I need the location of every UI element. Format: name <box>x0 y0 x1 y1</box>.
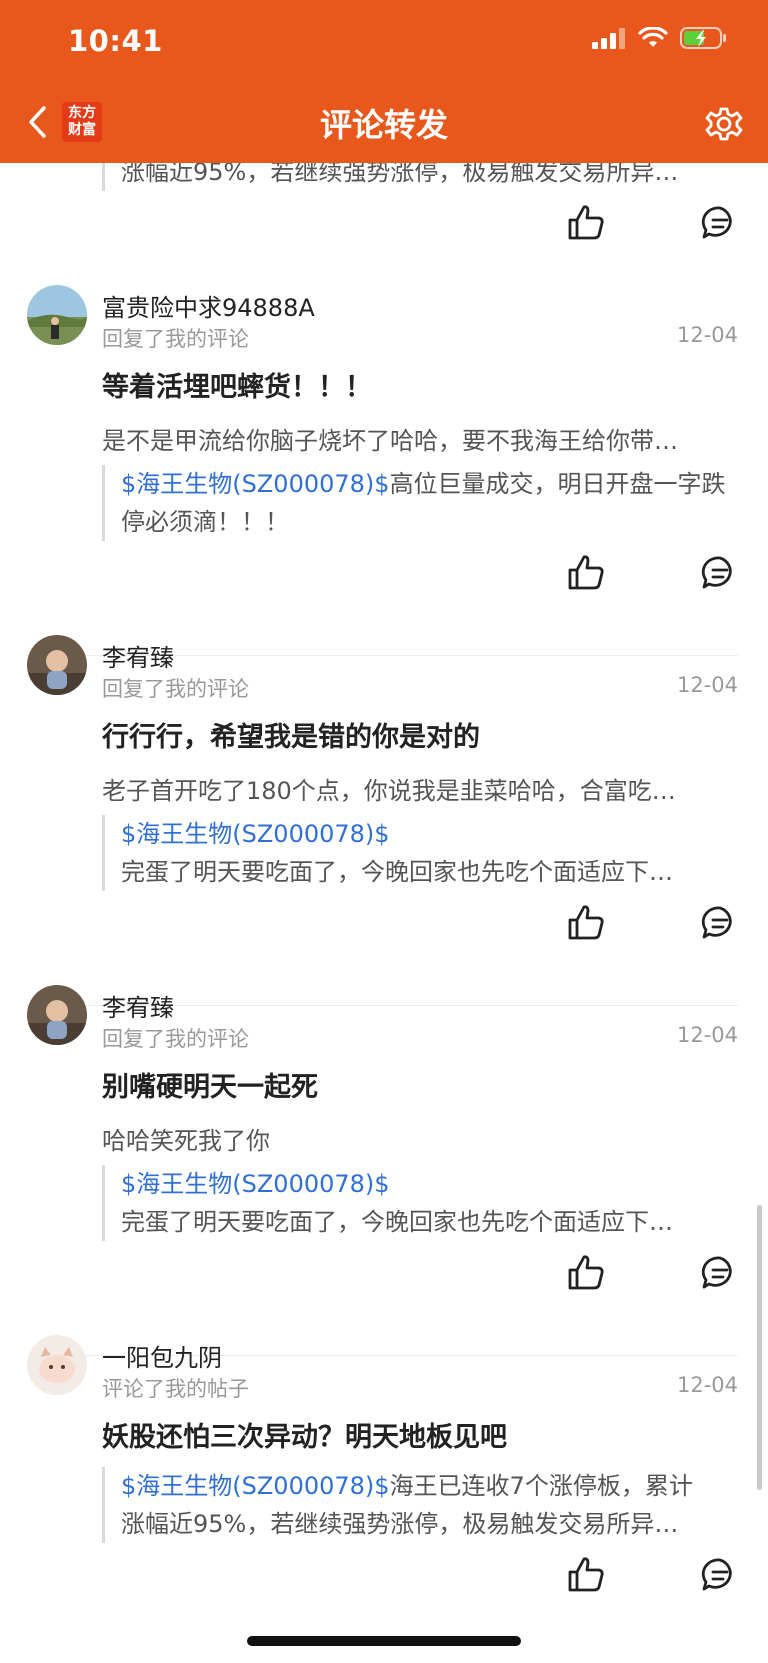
status-time: 10:41 <box>68 24 163 58</box>
page-title: 评论转发 <box>319 106 448 144</box>
action-label: 评论了我的帖子 <box>102 1377 249 1401</box>
status-icons <box>592 26 728 50</box>
thumbs-up-icon <box>568 905 604 940</box>
quote-block[interactable]: $海王生物(SZ000078)$ 完蛋了明天要吃面了，今晚回家也先吃个面适应下… <box>102 815 736 891</box>
list-item[interactable]: 李宥臻 回复了我的评论 12-04 别嘴硬明天一起死 哈哈笑死我了你 $海王生物… <box>0 983 768 1313</box>
quote-block[interactable]: 涨幅近95%，若继续强势涨停，极易触发交易所异… <box>102 163 736 191</box>
like-button[interactable] <box>566 203 606 243</box>
quote-block[interactable]: $海王生物(SZ000078)$ 完蛋了明天要吃面了，今晚回家也先吃个面适应下… <box>102 1165 736 1241</box>
username[interactable]: 一阳包九阴 <box>102 1338 222 1373</box>
wifi-icon <box>638 27 668 47</box>
notification-feed[interactable]: 涨幅近95%，若继续强势涨停，极易触发交易所异… 富贵险中求94888A 回复了… <box>0 163 768 1663</box>
battery-icon <box>680 27 726 49</box>
comment-icon <box>701 1256 732 1289</box>
quote-block[interactable]: $海王生物(SZ000078)$海王已连收7个涨停板，累计 涨幅近95%，若继续… <box>102 1467 736 1543</box>
quote-text: $海王生物(SZ000078)$高位巨量成交，明日开盘一字跌停必须滴！！！ <box>102 465 736 541</box>
reply-button[interactable] <box>700 1555 740 1595</box>
comment-body[interactable]: 老子首开吃了180个点，你说我是韭菜哈哈，合富吃… <box>102 771 722 806</box>
scrollbar[interactable] <box>757 1205 762 1490</box>
reply-button[interactable] <box>700 203 740 243</box>
quote-text: $海王生物(SZ000078)$ 完蛋了明天要吃面了，今晚回家也先吃个面适应下… <box>102 1165 736 1241</box>
quote-text: $海王生物(SZ000078)$ 完蛋了明天要吃面了，今晚回家也先吃个面适应下… <box>102 815 736 891</box>
comment-icon <box>701 906 732 939</box>
action-label: 回复了我的评论 <box>102 677 249 701</box>
comment-icon <box>701 556 732 589</box>
thumbs-up-icon <box>568 1557 604 1592</box>
quote-block[interactable]: $海王生物(SZ000078)$高位巨量成交，明日开盘一字跌停必须滴！！！ <box>102 465 736 541</box>
nav-bar: 东方 财富 评论转发 <box>0 90 768 154</box>
timestamp: 12-04 <box>676 1023 738 1047</box>
comment-title[interactable]: 别嘴硬明天一起死 <box>102 1065 318 1104</box>
action-row <box>0 553 768 593</box>
quote-content: 海王已连收7个涨停板，累计 <box>389 1472 693 1500</box>
action-row <box>0 1555 768 1595</box>
comment-body[interactable]: 哈哈笑死我了你 <box>102 1121 722 1156</box>
like-button[interactable] <box>566 1253 606 1293</box>
list-item[interactable]: 李宥臻 回复了我的评论 12-04 行行行，希望我是错的你是对的 老子首开吃了1… <box>0 633 768 963</box>
like-button[interactable] <box>566 1555 606 1595</box>
like-button[interactable] <box>566 903 606 943</box>
reply-button[interactable] <box>700 1253 740 1293</box>
stock-link[interactable]: $海王生物(SZ000078)$ <box>121 1472 390 1500</box>
thumbs-up-icon <box>568 205 604 240</box>
comment-icon <box>701 206 732 239</box>
list-item[interactable]: 一阳包九阴 评论了我的帖子 12-04 妖股还怕三次异动？明天地板见吧 $海王生… <box>0 1333 768 1663</box>
reply-button[interactable] <box>700 553 740 593</box>
action-label: 回复了我的评论 <box>102 327 249 351</box>
header-bar: 10:41 东方 财富 评论转发 <box>0 0 768 163</box>
quote-text: $海王生物(SZ000078)$海王已连收7个涨停板，累计 涨幅近95%，若继续… <box>102 1467 736 1543</box>
comment-icon <box>701 1558 732 1591</box>
quote-text: 涨幅近95%，若继续强势涨停，极易触发交易所异… <box>102 163 736 191</box>
thumbs-up-icon <box>568 1255 604 1290</box>
home-indicator[interactable] <box>247 1636 521 1646</box>
timestamp: 12-04 <box>676 1373 738 1397</box>
avatar[interactable] <box>27 985 87 1045</box>
action-row <box>0 203 768 243</box>
action-row <box>0 903 768 943</box>
avatar[interactable] <box>27 635 87 695</box>
timestamp: 12-04 <box>676 673 738 697</box>
reply-button[interactable] <box>700 903 740 943</box>
stock-link[interactable]: $海王生物(SZ000078)$ <box>121 815 736 853</box>
stock-link[interactable]: $海王生物(SZ000078)$ <box>121 470 390 498</box>
thumbs-up-icon <box>568 555 604 590</box>
avatar[interactable] <box>27 1335 87 1395</box>
signal-icon <box>592 28 625 49</box>
action-row <box>0 1253 768 1293</box>
stock-link[interactable]: $海王生物(SZ000078)$ <box>121 1165 736 1203</box>
comment-title[interactable]: 行行行，希望我是错的你是对的 <box>102 715 480 754</box>
quote-content-2: 涨幅近95%，若继续强势涨停，极易触发交易所异… <box>121 1510 679 1538</box>
username[interactable]: 李宥臻 <box>102 638 174 673</box>
like-button[interactable] <box>566 553 606 593</box>
username[interactable]: 富贵险中求94888A <box>102 288 315 323</box>
comment-body[interactable]: 是不是甲流给你脑子烧坏了哈哈，要不我海王给你带… <box>102 421 722 456</box>
gear-icon <box>705 107 743 141</box>
post-title[interactable]: 妖股还怕三次异动？明天地板见吧 <box>102 1415 507 1454</box>
timestamp: 12-04 <box>676 323 738 347</box>
quote-content: 完蛋了明天要吃面了，今晚回家也先吃个面适应下… <box>121 1208 673 1236</box>
settings-button[interactable] <box>702 102 746 146</box>
avatar[interactable] <box>27 285 87 345</box>
action-label: 回复了我的评论 <box>102 1027 249 1051</box>
list-item[interactable]: 富贵险中求94888A 回复了我的评论 12-04 等着活埋吧蟀货！！！ 是不是… <box>0 283 768 613</box>
comment-title[interactable]: 等着活埋吧蟀货！！！ <box>102 365 372 404</box>
quote-content: 完蛋了明天要吃面了，今晚回家也先吃个面适应下… <box>121 858 673 886</box>
username[interactable]: 李宥臻 <box>102 988 174 1023</box>
